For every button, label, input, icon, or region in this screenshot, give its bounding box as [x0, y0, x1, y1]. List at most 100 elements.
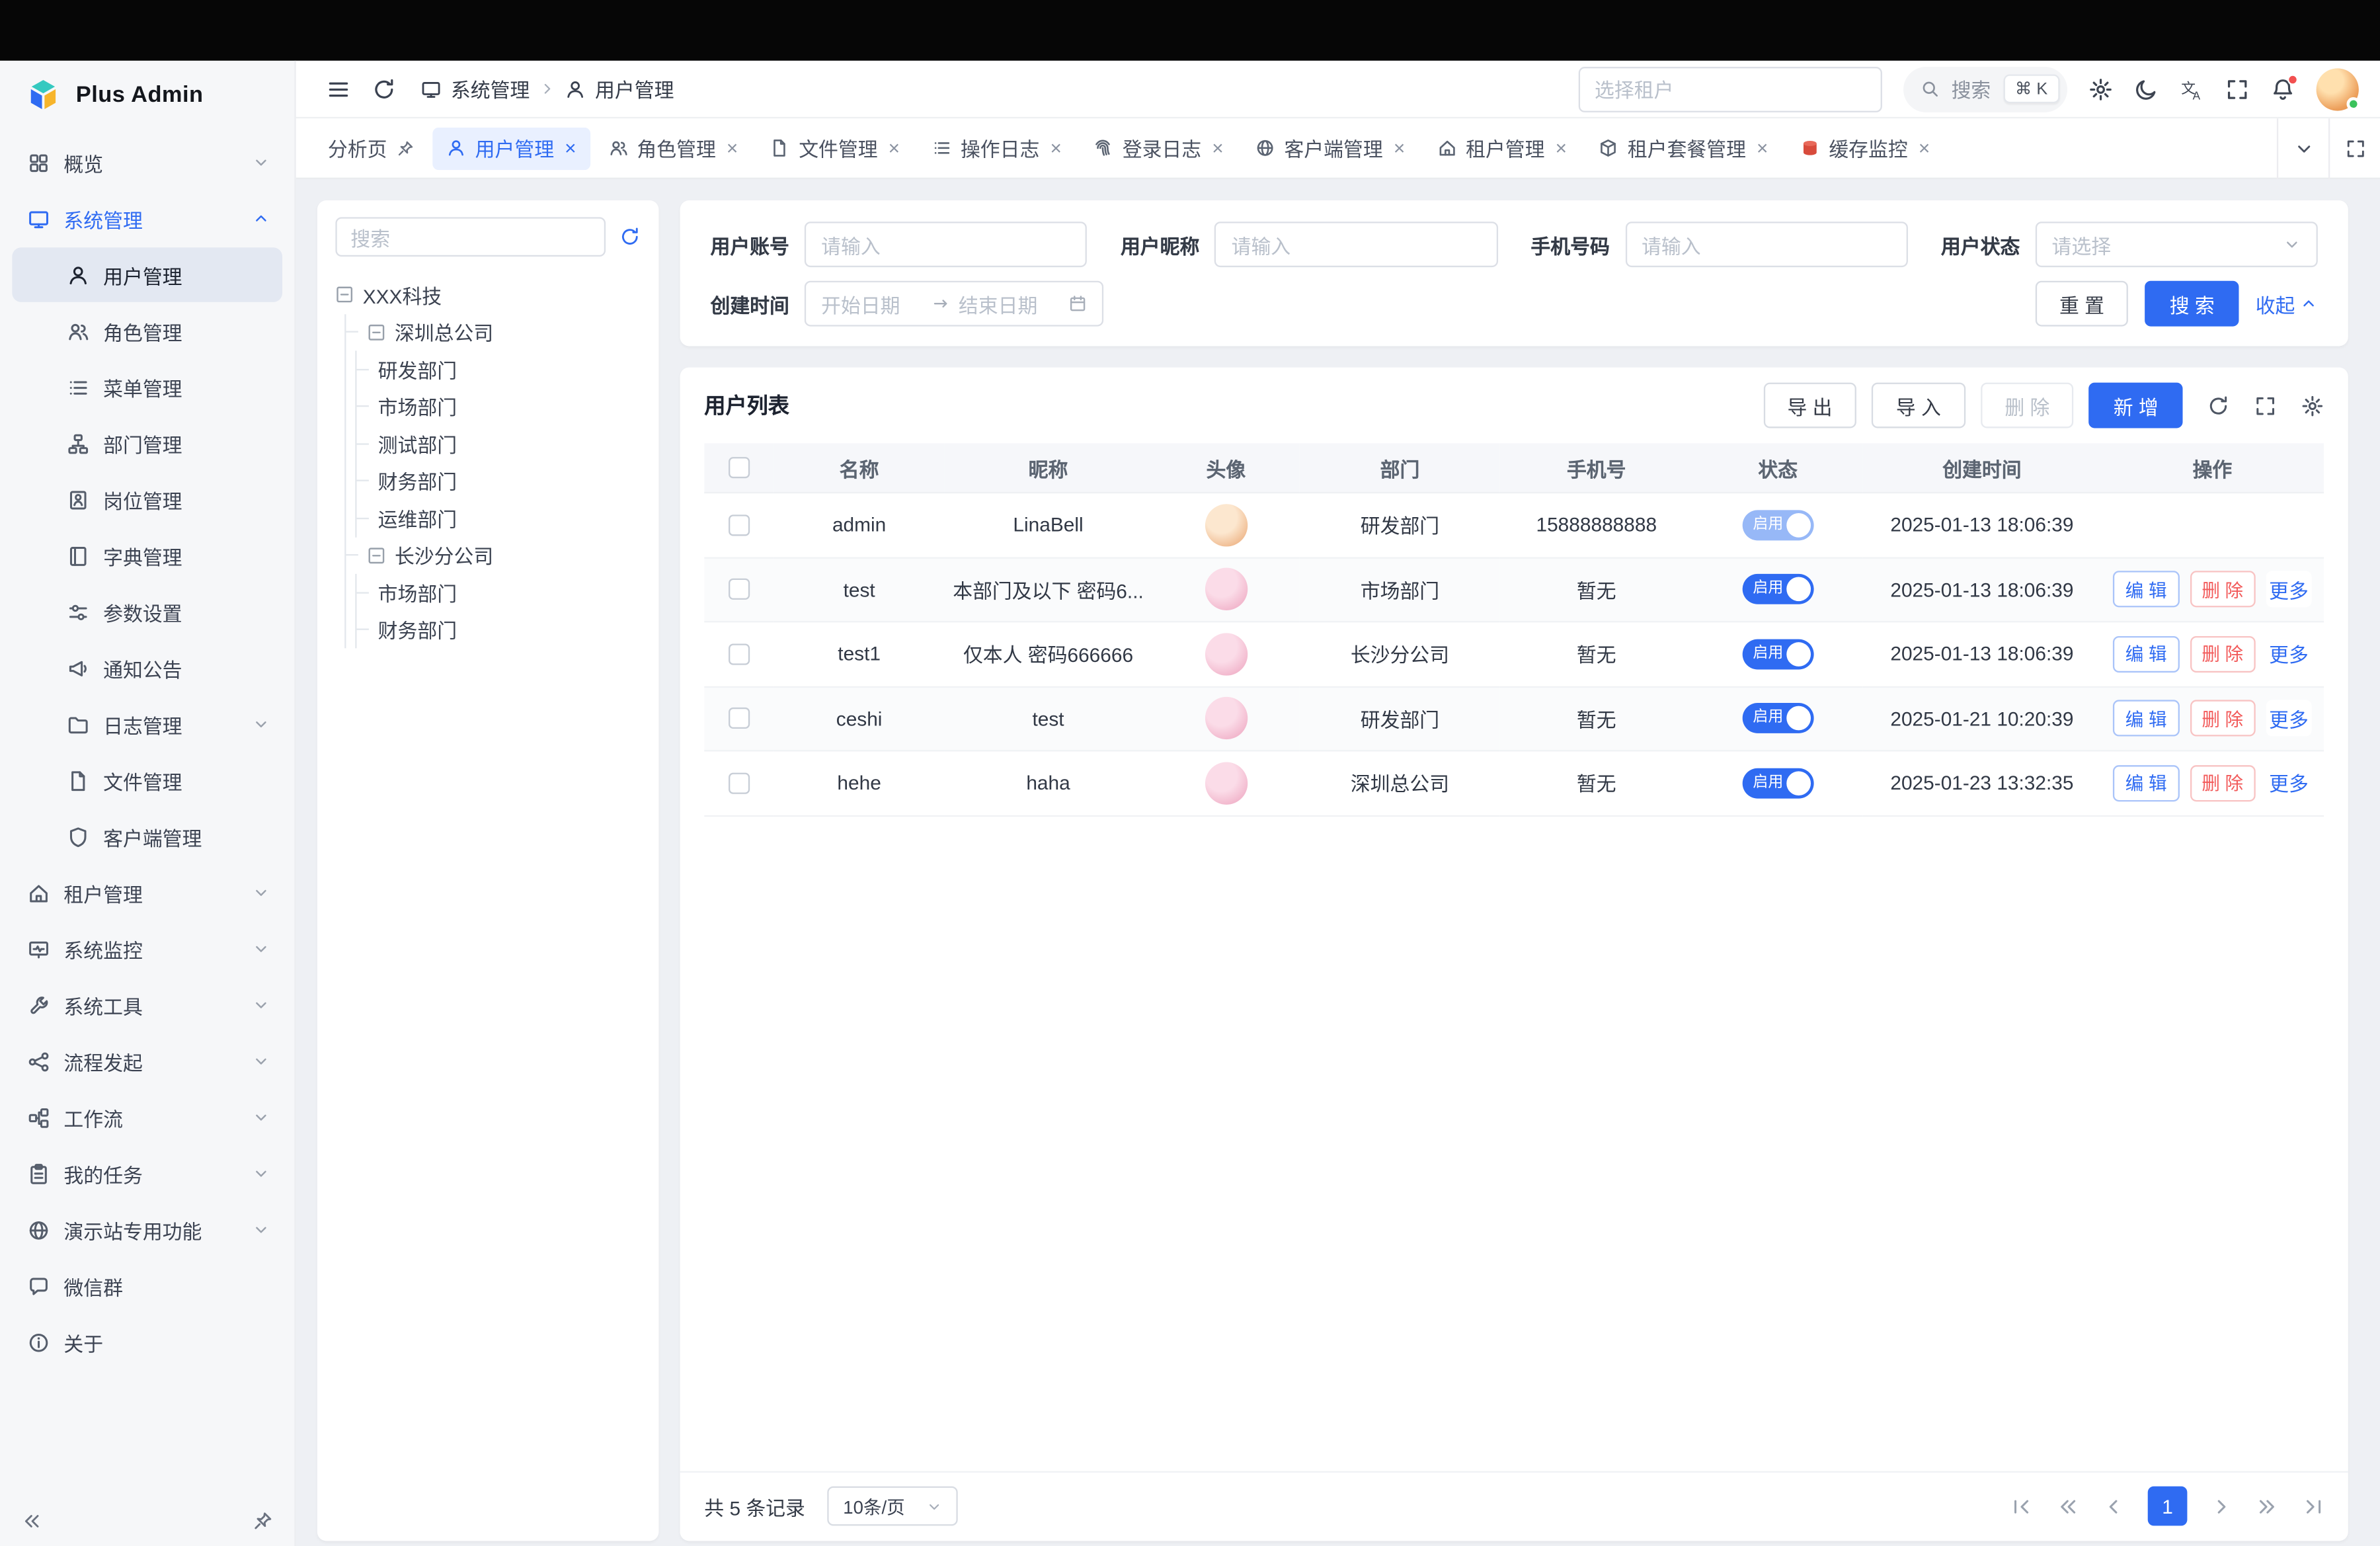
tree-node[interactable]: 测试部门: [357, 425, 641, 462]
tab-tenant-management[interactable]: 租户管理×: [1423, 127, 1581, 169]
pin-sidebar-icon[interactable]: [252, 1510, 273, 1531]
next-page-icon[interactable]: [2210, 1494, 2233, 1517]
tab-role-management[interactable]: 角色管理×: [594, 127, 752, 169]
table-refresh-icon[interactable]: [2207, 394, 2229, 417]
row-checkbox[interactable]: [729, 643, 750, 665]
tree-node[interactable]: 运维部门: [357, 499, 641, 536]
delete-row-button[interactable]: 删 除: [2190, 571, 2256, 608]
close-icon[interactable]: ×: [1919, 138, 1930, 158]
last-page-icon[interactable]: [2301, 1494, 2324, 1517]
account-input[interactable]: 请输入: [805, 222, 1088, 267]
row-checkbox[interactable]: [729, 514, 750, 536]
sidebar-item-param-settings[interactable]: 参数设置: [12, 585, 282, 639]
delete-row-button[interactable]: 删 除: [2190, 635, 2256, 672]
select-all-checkbox[interactable]: [729, 457, 750, 478]
status-toggle[interactable]: 启用: [1742, 574, 1813, 604]
delete-row-button[interactable]: 删 除: [2190, 765, 2256, 801]
refresh-page-icon[interactable]: [372, 77, 397, 101]
import-button[interactable]: 导 入: [1872, 383, 1965, 428]
tab-list-dropdown[interactable]: [2277, 118, 2328, 179]
sidebar-item-notice[interactable]: 通知公告: [12, 641, 282, 696]
translate-icon[interactable]: 文A: [2180, 77, 2204, 101]
first-page-icon[interactable]: [2011, 1494, 2034, 1517]
close-icon[interactable]: ×: [565, 138, 576, 158]
sidebar-item-wechat-group[interactable]: 微信群: [12, 1258, 282, 1313]
edit-row-button[interactable]: 编 辑: [2113, 700, 2179, 737]
edit-row-button[interactable]: 编 辑: [2113, 765, 2179, 801]
sidebar-item-process-start[interactable]: 流程发起: [12, 1034, 282, 1089]
close-icon[interactable]: ×: [727, 138, 738, 158]
content-fullscreen-button[interactable]: [2328, 118, 2380, 179]
tree-node[interactable]: 市场部门: [357, 574, 641, 611]
status-toggle[interactable]: 启用: [1742, 768, 1813, 798]
tree-node[interactable]: 市场部门: [357, 388, 641, 425]
sidebar-item-dept-management[interactable]: 部门管理: [12, 416, 282, 471]
more-row-button[interactable]: 更多: [2266, 571, 2312, 608]
tab-cache-monitor[interactable]: 缓存监控×: [1786, 127, 1944, 169]
status-toggle[interactable]: 启用: [1742, 510, 1813, 540]
tree-node[interactable]: 财务部门: [357, 462, 641, 499]
nickname-input[interactable]: 请输入: [1214, 222, 1497, 267]
close-icon[interactable]: ×: [889, 138, 900, 158]
sidebar-item-role-management[interactable]: 角色管理: [12, 304, 282, 358]
close-icon[interactable]: ×: [1050, 138, 1061, 158]
sidebar-item-workflow[interactable]: 工作流: [12, 1090, 282, 1145]
sidebar-item-about[interactable]: 关于: [12, 1315, 282, 1369]
table-fullscreen-icon[interactable]: [2254, 394, 2276, 417]
dark-mode-icon[interactable]: [2134, 77, 2159, 101]
menu-toggle-icon[interactable]: [327, 77, 351, 101]
global-search[interactable]: 搜索 ⌘ K: [1903, 66, 2067, 112]
sidebar-item-tenant-management[interactable]: 租户管理: [12, 866, 282, 920]
tenant-select[interactable]: 选择租户: [1578, 66, 1882, 112]
more-row-button[interactable]: 更多: [2266, 765, 2312, 801]
sidebar-item-demo-features[interactable]: 演示站专用功能: [12, 1202, 282, 1257]
sidebar-item-dict-management[interactable]: 字典管理: [12, 528, 282, 583]
search-button[interactable]: 搜 索: [2145, 281, 2239, 327]
tab-analysis[interactable]: 分析页: [314, 127, 428, 169]
close-icon[interactable]: ×: [1212, 138, 1223, 158]
fullscreen-icon[interactable]: [2225, 77, 2250, 101]
collapse-filters-link[interactable]: 收起: [2256, 289, 2318, 318]
tree-node[interactable]: 深圳总公司: [346, 313, 640, 350]
tree-node[interactable]: 财务部门: [357, 611, 641, 648]
prev-5-pages-icon[interactable]: [2057, 1494, 2079, 1517]
tab-file-management[interactable]: 文件管理×: [756, 127, 914, 169]
current-page-button[interactable]: 1: [2148, 1486, 2188, 1526]
edit-row-button[interactable]: 编 辑: [2113, 635, 2179, 672]
edit-row-button[interactable]: 编 辑: [2113, 571, 2179, 608]
more-row-button[interactable]: 更多: [2266, 700, 2312, 737]
status-toggle[interactable]: 启用: [1742, 639, 1813, 669]
sidebar-item-file-management[interactable]: 文件管理: [12, 753, 282, 808]
page-size-select[interactable]: 10条/页: [828, 1486, 958, 1526]
breadcrumb-item-system[interactable]: 系统管理: [451, 75, 530, 104]
delete-button[interactable]: 删 除: [1981, 383, 2074, 428]
row-checkbox[interactable]: [729, 579, 750, 600]
sidebar-item-client-management[interactable]: 客户端管理: [12, 809, 282, 864]
collapse-sidebar-icon[interactable]: [21, 1510, 42, 1531]
table-settings-icon[interactable]: [2301, 394, 2324, 417]
tree-search-input[interactable]: 搜索: [335, 217, 606, 257]
close-icon[interactable]: ×: [1394, 138, 1405, 158]
status-select[interactable]: 请选择: [2035, 222, 2318, 267]
prev-page-icon[interactable]: [2102, 1494, 2125, 1517]
sidebar-item-overview[interactable]: 概览: [12, 135, 282, 190]
row-checkbox[interactable]: [729, 708, 750, 729]
add-button[interactable]: 新 增: [2089, 383, 2182, 428]
app-logo-row[interactable]: Plus Admin: [0, 61, 294, 128]
next-5-pages-icon[interactable]: [2256, 1494, 2278, 1517]
settings-icon[interactable]: [2088, 77, 2113, 101]
sidebar-item-log-management[interactable]: 日志管理: [12, 697, 282, 752]
sidebar-item-menu-management[interactable]: 菜单管理: [12, 360, 282, 415]
tab-operation-log[interactable]: 操作日志×: [918, 127, 1076, 169]
tab-client-management[interactable]: 客户端管理×: [1242, 127, 1419, 169]
row-checkbox[interactable]: [729, 772, 750, 793]
tree-node[interactable]: 长沙分公司: [346, 537, 640, 574]
breadcrumb-item-user[interactable]: 用户管理: [595, 75, 674, 104]
sidebar-item-post-management[interactable]: 岗位管理: [12, 472, 282, 527]
sidebar-item-my-tasks[interactable]: 我的任务: [12, 1146, 282, 1201]
tree-node[interactable]: 研发部门: [357, 350, 641, 387]
sidebar-item-user-management[interactable]: 用户管理: [12, 247, 282, 302]
date-range-input[interactable]: 开始日期 结束日期: [805, 281, 1103, 327]
notifications-button[interactable]: [2271, 77, 2295, 101]
reset-button[interactable]: 重 置: [2035, 281, 2128, 327]
